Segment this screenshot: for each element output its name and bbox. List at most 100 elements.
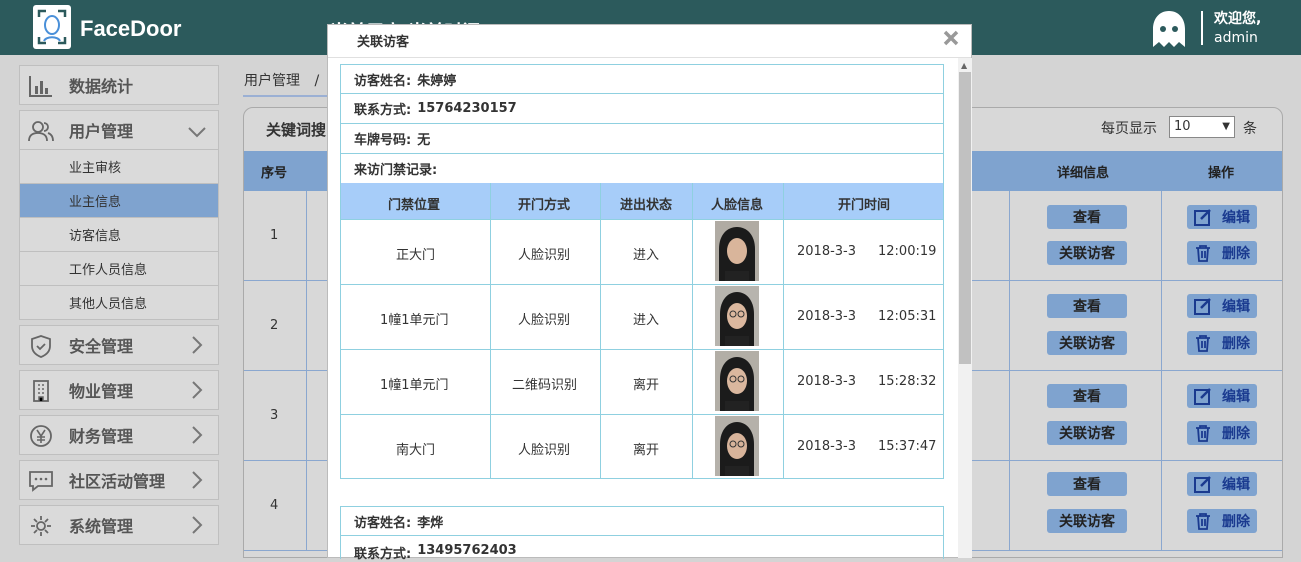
chevron-right-icon [192,426,203,444]
col-status: 进出状态 [620,198,673,213]
sidebar-item-label: 社区活动管理 [69,472,166,491]
trash-icon [1196,513,1210,530]
chevron-right-icon [192,336,203,354]
visitor-phone-row: 联系方式: 13495762403 [340,536,944,562]
edit-button[interactable]: 编辑 [1187,472,1257,496]
breadcrumb-first[interactable]: 用户管理 [244,73,300,89]
edit-label: 编辑 [1222,389,1250,405]
phone-label: 联系方式: [354,103,412,118]
face-photo[interactable] [715,416,759,476]
visitor-plate-row: 车牌号码: 无 [340,124,944,154]
edit-label: 编辑 [1222,210,1250,226]
edit-button[interactable]: 编辑 [1187,384,1257,408]
chat-icon [29,471,53,492]
visitor-phone: 13495762403 [417,543,517,558]
submenu-visitor-info[interactable]: 访客信息 [19,218,219,252]
submenu-other-info[interactable]: 其他人员信息 [19,286,219,320]
records-label-row: 来访门禁记录: [340,154,944,184]
username: admin [1214,30,1258,46]
gear-icon [31,516,51,536]
edit-icon [1194,476,1211,493]
visitor-phone: 15764230157 [417,101,517,116]
header-action: 操作 [1208,166,1235,181]
edit-label: 编辑 [1222,299,1250,315]
record-status: 进入 [633,248,660,263]
chevron-down-icon [188,127,206,138]
edit-button[interactable]: 编辑 [1187,205,1257,229]
edit-button[interactable]: 编辑 [1187,294,1257,318]
header-detail: 详细信息 [1057,166,1110,181]
link-visitor-button[interactable]: 关联访客 [1047,241,1127,265]
shield-icon [31,335,51,358]
face-photo[interactable] [715,221,759,281]
edit-icon [1194,388,1211,405]
col-face: 人脸信息 [711,198,764,213]
view-button[interactable]: 查看 [1047,294,1127,318]
bar-chart-icon [29,76,52,97]
sidebar-item-community[interactable]: 社区活动管理 [19,460,219,500]
keyword-search-label: 关键词搜 [266,121,327,139]
face-scan-icon [37,9,67,45]
view-button[interactable]: 查看 [1047,384,1127,408]
welcome-block[interactable]: 欢迎您, admin [1214,10,1261,48]
sidebar-item-users[interactable]: 用户管理 [19,110,219,150]
submenu-owner-info[interactable]: 业主信息 [19,184,219,218]
sidebar-item-system[interactable]: 系统管理 [19,505,219,545]
trash-icon [1196,335,1210,352]
sidebar-item-stats[interactable]: 数据统计 [19,65,219,105]
record-time: 12:00:19 [878,244,937,259]
chevron-right-icon [192,471,203,489]
view-button[interactable]: 查看 [1047,205,1127,229]
row-index: 1 [270,228,279,243]
modal-scrollbar[interactable]: ▲ [958,58,972,558]
face-photo[interactable] [715,286,759,346]
plate-label: 车牌号码: [354,133,412,148]
sidebar-item-label: 数据统计 [69,77,134,96]
sidebar: 数据统计 用户管理 业主审核 业主信息 访客信息 工作人员信息 其他人员信息 安… [19,65,219,550]
submenu-owner-review[interactable]: 业主审核 [19,150,219,184]
record-location: 1幢1单元门 [380,378,449,393]
users-submenu: 业主审核 业主信息 访客信息 工作人员信息 其他人员信息 [19,150,219,320]
trash-icon [1196,425,1210,442]
breadcrumb-underline [243,95,327,97]
sidebar-item-property[interactable]: 物业管理 [19,370,219,410]
link-visitor-button[interactable]: 关联访客 [1047,509,1127,533]
visitor-name-row: 访客姓名: 朱婷婷 [340,64,944,94]
per-page-select[interactable]: 10 ▼ [1169,116,1235,138]
col-location: 门禁位置 [388,198,441,213]
link-visitor-button[interactable]: 关联访客 [1047,331,1127,355]
per-page-value: 10 [1174,119,1191,134]
delete-button[interactable]: 删除 [1187,421,1257,445]
building-icon [33,380,49,402]
record-status: 进入 [633,313,660,328]
record-date: 2018-3-3 [797,244,857,259]
ghost-avatar-icon[interactable] [1148,9,1190,49]
scrollbar-thumb[interactable] [959,72,971,364]
record-date: 2018-3-3 [797,309,857,324]
delete-button[interactable]: 删除 [1187,509,1257,533]
link-visitor-button[interactable]: 关联访客 [1047,421,1127,445]
col-time: 开门时间 [838,198,891,213]
view-button[interactable]: 查看 [1047,472,1127,496]
sidebar-item-finance[interactable]: 财务管理 [19,415,219,455]
edit-icon [1194,298,1211,315]
yen-icon [30,425,52,447]
sidebar-item-label: 财务管理 [69,427,134,446]
sidebar-item-label: 安全管理 [69,337,134,356]
delete-button[interactable]: 删除 [1187,241,1257,265]
record-status: 离开 [633,378,660,393]
per-page-unit: 条 [1243,121,1257,137]
users-icon [28,121,54,142]
face-photo[interactable] [715,351,759,411]
close-icon[interactable] [942,29,960,47]
delete-label: 删除 [1222,426,1250,442]
delete-button[interactable]: 删除 [1187,331,1257,355]
sidebar-item-security[interactable]: 安全管理 [19,325,219,365]
scroll-up-arrow-icon[interactable]: ▲ [961,61,967,70]
record-time: 15:28:32 [878,374,937,389]
chevron-right-icon [192,516,203,534]
dropdown-arrow-icon: ▼ [1222,121,1230,132]
submenu-staff-info[interactable]: 工作人员信息 [19,252,219,286]
header-divider [1201,11,1203,45]
chevron-right-icon [192,381,203,399]
